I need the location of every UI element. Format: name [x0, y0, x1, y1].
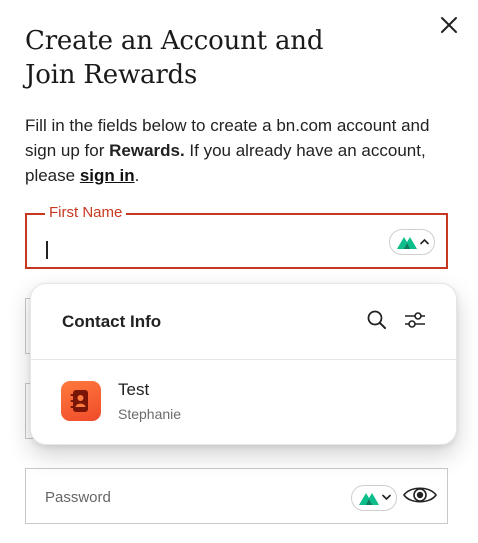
password-manager-button[interactable]	[389, 229, 435, 255]
autofill-item-name: Test	[118, 380, 150, 399]
chevron-down-icon	[382, 494, 391, 501]
autofill-item-subtitle: Stephanie	[118, 406, 182, 422]
password-field[interactable]: Password	[25, 468, 448, 524]
sign-in-link[interactable]: sign in	[80, 166, 135, 185]
autofill-header: Contact Info	[31, 284, 456, 360]
password-label: Password	[45, 489, 111, 506]
sliders-icon[interactable]	[404, 310, 426, 330]
title-line-2: Join Rewards	[25, 60, 198, 90]
first-name-label: First Name	[45, 204, 127, 222]
search-icon[interactable]	[366, 309, 388, 331]
title-line-1: Create an Account and	[25, 26, 324, 56]
close-icon	[441, 17, 457, 33]
eye-icon[interactable]	[402, 483, 438, 507]
password-manager-button-password[interactable]	[351, 485, 397, 511]
autofill-title: Contact Info	[62, 312, 162, 331]
nordpass-icon	[359, 493, 379, 505]
intro-text-after: .	[134, 166, 140, 185]
intro-text: Fill in the fields below to create a bn.…	[25, 113, 455, 188]
page-title: Create an Account and Join Rewards	[25, 24, 405, 92]
text-caret	[46, 241, 48, 259]
chevron-up-icon	[420, 238, 429, 245]
autofill-dropdown: Contact Info Test Stephanie	[30, 283, 457, 445]
close-button[interactable]	[436, 12, 462, 38]
contact-book-icon	[61, 381, 101, 421]
rewards-text: Rewards.	[109, 141, 185, 160]
first-name-field[interactable]: First Name	[25, 204, 448, 269]
nordpass-icon	[397, 237, 417, 249]
autofill-item[interactable]: Test Stephanie	[31, 360, 456, 442]
